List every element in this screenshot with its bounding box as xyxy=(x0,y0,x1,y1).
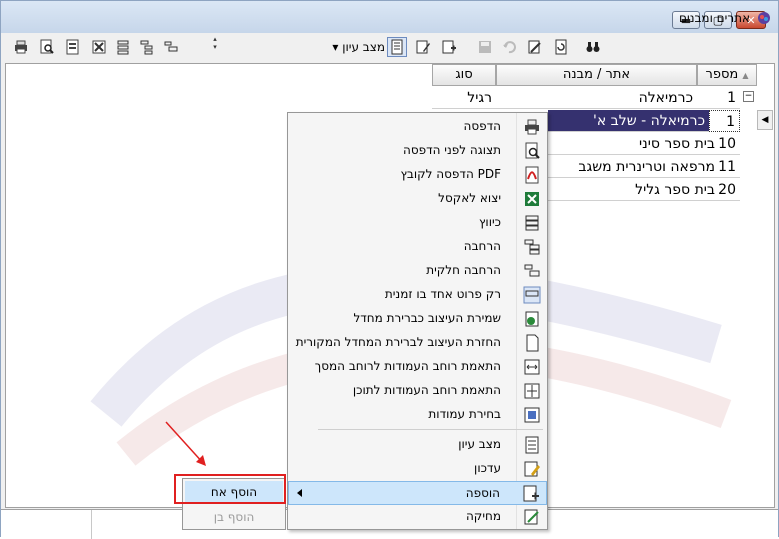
excel-icon[interactable] xyxy=(89,37,109,57)
excel-icon xyxy=(523,190,541,208)
pdf-icon[interactable] xyxy=(63,37,83,57)
cell-site: כרמיאלה - שלב א' xyxy=(548,110,709,132)
print-preview-icon[interactable] xyxy=(37,37,57,57)
view-mode-icon[interactable] xyxy=(387,37,407,57)
cell-site: בית ספר גליל xyxy=(548,179,719,201)
window-title: אתרים ומבנים xyxy=(679,11,750,25)
pdf-icon xyxy=(523,166,541,184)
delete-icon xyxy=(523,508,541,526)
printer-icon xyxy=(523,118,541,136)
reset-layout-icon xyxy=(523,334,541,352)
menu-item-delete[interactable]: מחיקה xyxy=(288,505,547,529)
save-icon xyxy=(475,37,495,57)
menu-item-save-layout[interactable]: שמירת העיצוב כברירת מחדל xyxy=(288,307,547,331)
print-preview-icon xyxy=(523,142,541,160)
expand-icon[interactable] xyxy=(137,37,157,57)
menu-item-edit[interactable]: עדכון xyxy=(288,457,547,481)
cell-site: כרמיאלה xyxy=(496,87,697,109)
choose-columns-icon xyxy=(523,406,541,424)
tree-toggle[interactable]: − xyxy=(743,91,754,102)
refresh-icon[interactable] xyxy=(551,37,571,57)
view-mode-icon xyxy=(523,436,541,454)
toolbar-grip[interactable]: ▴ ▾ xyxy=(211,35,219,59)
menu-item-single-detail[interactable]: רק פרוט אחד בו זמנית xyxy=(288,283,547,307)
binoculars-icon[interactable] xyxy=(583,37,603,57)
menu-item-add[interactable]: הוספה xyxy=(288,481,547,505)
submenu-arrow-icon xyxy=(297,489,302,497)
app-icon xyxy=(756,10,772,26)
view-mode-select[interactable]: מצב עיון ▾ xyxy=(305,40,385,56)
fit-content-icon xyxy=(523,382,541,400)
cell-number: 1 xyxy=(709,110,740,132)
row-indicator-arrow[interactable]: ◀ xyxy=(757,110,773,130)
add-icon xyxy=(522,485,540,503)
printer-icon[interactable] xyxy=(11,37,31,57)
column-header-site[interactable]: אתר / מבנה xyxy=(496,64,697,86)
menu-item-view-mode[interactable]: מצב עיון xyxy=(288,433,547,457)
red-arrow-icon xyxy=(165,421,206,466)
submenu-item-add-child: הוסף בן xyxy=(213,510,255,524)
menu-item-collapse[interactable]: כיווץ xyxy=(288,211,547,235)
cell-number: 11 xyxy=(719,156,740,178)
cell-site: בית ספר סיני xyxy=(548,133,719,155)
column-header-type[interactable]: סוג xyxy=(432,64,496,86)
expand-icon xyxy=(523,238,541,256)
edit-icon xyxy=(523,460,541,478)
undo-icon xyxy=(499,37,519,57)
menu-item-print[interactable]: הדפסה xyxy=(288,115,547,139)
menu-item-fit-screen[interactable]: התאמת רוחב העמודות לרוחב המסך xyxy=(288,355,547,379)
partial-expand-icon xyxy=(523,262,541,280)
fit-screen-icon xyxy=(523,358,541,376)
menu-item-expand[interactable]: הרחבה xyxy=(288,235,547,259)
cell-number: 10 xyxy=(719,133,740,155)
menu-item-partial-expand[interactable]: הרחבה חלקית xyxy=(288,259,547,283)
menu-item-excel[interactable]: יצוא לאקסל xyxy=(288,187,547,211)
delete-icon[interactable] xyxy=(525,37,545,57)
menu-item-choose-columns[interactable]: בחירת עמודות xyxy=(288,403,547,427)
highlight-box xyxy=(174,474,286,504)
partial-expand-icon[interactable] xyxy=(161,37,181,57)
menu-item-pdf[interactable]: PDF הדפסה לקובץ xyxy=(288,163,547,187)
cell-number: 1 xyxy=(697,87,740,109)
add-icon[interactable] xyxy=(439,37,459,57)
save-layout-icon xyxy=(523,310,541,328)
single-detail-icon xyxy=(523,286,541,304)
cell-number: 20 xyxy=(719,179,740,201)
cell-type: רגיל xyxy=(432,87,496,109)
edit-icon[interactable] xyxy=(413,37,433,57)
cell-site: מרפאה וטרינרית משגב xyxy=(548,156,719,178)
collapse-icon[interactable] xyxy=(113,37,133,57)
toolbar: ▴ ▾ מצב עיון ▾ xyxy=(5,34,774,60)
collapse-icon xyxy=(523,214,541,232)
column-header-number[interactable]: מספר ▲ xyxy=(697,64,757,86)
menu-item-reset-layout[interactable]: החזרת העיצוב לברירת המחדל המקורית xyxy=(288,331,547,355)
context-menu: הדפסה תצוגה לפני הדפסה PDF הדפסה לקובץ י… xyxy=(287,112,548,530)
menu-item-fit-content[interactable]: התאמת רוחב העמודות לתוכן xyxy=(288,379,547,403)
title-bar[interactable]: ▬ ▢ ✕ אתרים ומבנים xyxy=(1,1,778,33)
menu-item-print-preview[interactable]: תצוגה לפני הדפסה xyxy=(288,139,547,163)
